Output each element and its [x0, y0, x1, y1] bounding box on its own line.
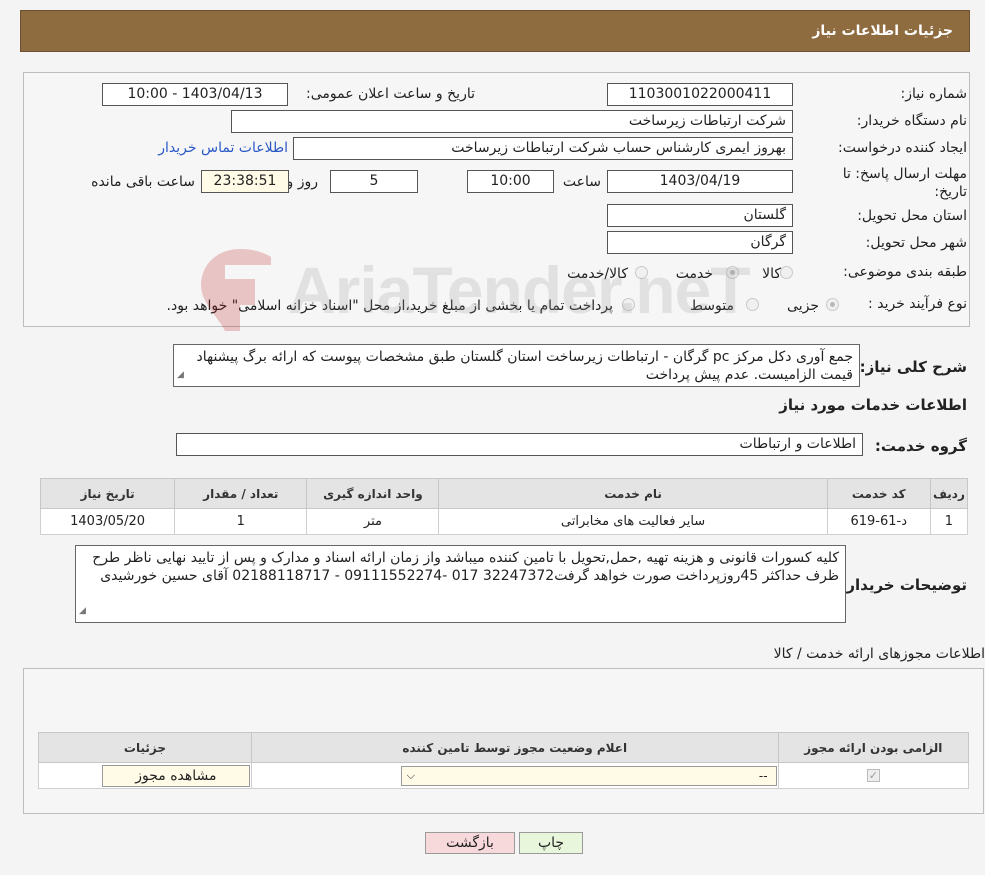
- purchase-radio-minor[interactable]: [826, 298, 839, 311]
- col-date: تاریخ نیاز: [39, 478, 176, 509]
- description-textarea[interactable]: جمع آوری دکل مرکز pc گرگان - ارتباطات زی…: [173, 344, 860, 387]
- license-required-cell: ✓: [777, 762, 970, 789]
- days-field[interactable]: 5: [330, 170, 418, 193]
- col-qty: تعداد / مقدار: [174, 478, 308, 509]
- announce-date-label: تاریخ و ساعت اعلان عمومی:: [306, 86, 475, 102]
- license-status-cell: -- ⌵: [250, 762, 779, 789]
- licenses-table: الزامی بودن ارائه مجوز اعلام وضعیت مجوز …: [38, 732, 970, 789]
- buyer-notes-label: توضیحات خریدار:: [840, 576, 967, 594]
- category-option-service: خدمت: [675, 266, 713, 282]
- announce-date-field[interactable]: 1403/04/13 - 10:00: [102, 83, 288, 106]
- resize-grip-icon[interactable]: ◢: [79, 602, 86, 620]
- deadline-label: مهلت ارسال پاسخ: تا تاریخ:: [842, 166, 967, 200]
- description-label: شرح کلی نیاز:: [859, 358, 967, 376]
- col-license-details: جزئیات: [38, 732, 252, 763]
- buyer-org-label: نام دستگاه خریدار:: [856, 113, 967, 129]
- treasury-checkbox-radio[interactable]: [622, 298, 635, 311]
- col-row: ردیف: [929, 478, 969, 509]
- cell-unit: متر: [306, 508, 440, 535]
- resize-grip-icon[interactable]: ◢: [177, 366, 184, 384]
- licenses-table-header: الزامی بودن ارائه مجوز اعلام وضعیت مجوز …: [38, 732, 970, 763]
- col-code: کد خدمت: [826, 478, 931, 509]
- cell-date: 1403/05/20: [39, 508, 176, 535]
- license-required-checkbox[interactable]: ✓: [866, 769, 880, 782]
- city-label: شهر محل تحویل:: [865, 235, 967, 251]
- table-row: 1 د-61-619 سایر فعالیت های مخابراتی متر …: [39, 508, 969, 535]
- remaining-time-field: 23:38:51: [201, 170, 289, 193]
- license-details-cell: مشاهده مجوز: [38, 762, 252, 789]
- col-license-status: اعلام وضعیت مجوز توسط تامین کننده: [250, 732, 779, 763]
- province-field[interactable]: گلستان: [607, 204, 793, 227]
- buyer-notes-text: کلیه کسورات قانونی و هزینه تهیه ,حمل,تحو…: [92, 550, 839, 584]
- category-label: طبقه بندی موضوعی:: [843, 264, 967, 280]
- purchase-option-medium: متوسط: [690, 298, 734, 314]
- deadline-time-label: ساعت: [562, 174, 601, 190]
- purchase-type-label: نوع فرآیند خرید :: [868, 296, 967, 312]
- need-number-label: شماره نیاز:: [900, 86, 968, 102]
- chevron-down-icon: ⌵: [406, 768, 415, 782]
- treasury-note: پرداخت تمام یا بخشی از مبلغ خرید،از محل …: [166, 298, 613, 314]
- table-row: ✓ -- ⌵ مشاهده مجوز: [38, 762, 970, 789]
- need-number-field[interactable]: 1103001022000411: [607, 83, 793, 106]
- service-group-label: گروه خدمت:: [874, 437, 967, 455]
- buyer-notes-textarea[interactable]: کلیه کسورات قانونی و هزینه تهیه ,حمل,تحو…: [75, 545, 846, 623]
- print-button[interactable]: چاپ: [519, 832, 583, 854]
- license-status-value: --: [758, 768, 768, 783]
- category-option-goods-service: کالا/خدمت: [567, 266, 628, 282]
- col-name: نام خدمت: [438, 478, 828, 509]
- buyer-contact-link[interactable]: اطلاعات تماس خریدار: [158, 140, 288, 156]
- purchase-radio-medium[interactable]: [746, 298, 759, 311]
- back-button[interactable]: بازگشت: [425, 832, 515, 854]
- licenses-section-title: اطلاعات مجوزهای ارائه خدمت / کالا: [773, 646, 985, 662]
- days-label: روز و: [286, 174, 319, 190]
- cell-row: 1: [929, 508, 969, 535]
- service-group-field[interactable]: اطلاعات و ارتباطات: [176, 433, 863, 456]
- view-license-button[interactable]: مشاهده مجوز: [101, 764, 250, 787]
- province-label: استان محل تحویل:: [857, 208, 967, 224]
- services-table: ردیف کد خدمت نام خدمت واحد اندازه گیری ت…: [39, 478, 969, 535]
- services-table-header: ردیف کد خدمت نام خدمت واحد اندازه گیری ت…: [39, 478, 969, 509]
- creator-field[interactable]: بهروز ایمری کارشناس حساب شرکت ارتباطات ز…: [293, 137, 793, 160]
- category-radio-goods[interactable]: [780, 266, 793, 279]
- col-license-required: الزامی بودن ارائه مجوز: [777, 732, 970, 763]
- purchase-option-minor: جزیی: [787, 298, 819, 314]
- col-unit: واحد اندازه گیری: [306, 478, 440, 509]
- license-status-select[interactable]: -- ⌵: [400, 765, 777, 786]
- cell-qty: 1: [174, 508, 308, 535]
- services-section-title: اطلاعات خدمات مورد نیاز: [779, 396, 967, 414]
- city-field[interactable]: گرگان: [607, 231, 793, 254]
- category-radio-goods-service[interactable]: [635, 266, 648, 279]
- cell-code: د-61-619: [826, 508, 931, 535]
- remaining-label: ساعت باقی مانده: [91, 174, 195, 190]
- page-title: جزئیات اطلاعات نیاز: [812, 23, 953, 39]
- page-header: جزئیات اطلاعات نیاز: [20, 10, 970, 52]
- category-radio-service[interactable]: [726, 266, 739, 279]
- cell-name: سایر فعالیت های مخابراتی: [438, 508, 828, 535]
- description-text: جمع آوری دکل مرکز pc گرگان - ارتباطات زی…: [196, 349, 853, 383]
- deadline-time-field[interactable]: 10:00: [467, 170, 554, 193]
- category-option-goods: کالا: [762, 266, 781, 282]
- creator-label: ایجاد کننده درخواست:: [838, 140, 967, 156]
- deadline-date-field[interactable]: 1403/04/19: [607, 170, 793, 193]
- buyer-org-field[interactable]: شرکت ارتباطات زیرساخت: [231, 110, 793, 133]
